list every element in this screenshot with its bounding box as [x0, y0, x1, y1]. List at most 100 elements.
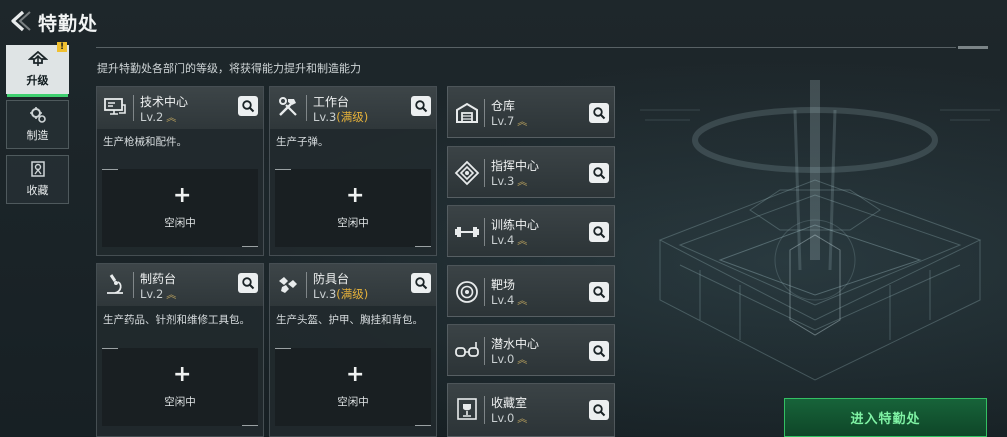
- slot-status: 空闲中: [164, 217, 196, 229]
- trophy-icon: [457, 398, 477, 420]
- add-icon: +: [173, 362, 192, 387]
- workshop-description: 生产枪械和配件。: [103, 136, 187, 148]
- facility-level: Lv.4 ︽: [491, 233, 528, 247]
- enter-special-ops-button[interactable]: 进入特勤处: [784, 398, 987, 437]
- production-slot[interactable]: + 空闲中: [102, 169, 258, 247]
- search-button[interactable]: [589, 282, 609, 302]
- workshop-level: Lv.2 ︽: [140, 110, 177, 124]
- workshop-level: Lv.3(满级): [313, 287, 369, 301]
- facility-warehouse[interactable]: 仓库 Lv.7 ︽: [447, 86, 615, 138]
- workshop-name: 制药台: [140, 272, 177, 286]
- upgrade-chevron-icon: ︽: [517, 236, 528, 247]
- gear-icon: [29, 107, 46, 123]
- header-divider: [484, 218, 485, 246]
- search-button[interactable]: [238, 96, 258, 116]
- facility-name: 潜水中心: [491, 337, 540, 351]
- search-icon: [593, 226, 606, 239]
- production-slot[interactable]: + 空闲中: [275, 169, 431, 247]
- header-divider: [484, 99, 485, 127]
- search-button[interactable]: [589, 341, 609, 361]
- hammer-wrench-icon: [279, 97, 297, 116]
- header-divider: [133, 95, 134, 121]
- facility-level: Lv.0 ︽: [491, 352, 528, 366]
- facility-level: Lv.3 ︽: [491, 174, 528, 188]
- add-icon: +: [346, 362, 365, 387]
- microscope-icon: [107, 274, 123, 294]
- upgrade-chevron-icon: ︽: [517, 296, 528, 307]
- upgrade-chevron-icon: ︽: [166, 290, 177, 301]
- command-icon: [454, 160, 480, 186]
- facility-level: Lv.4 ︽: [491, 293, 528, 307]
- production-slot[interactable]: + 空闲中: [275, 348, 431, 426]
- upgrade-chevron-icon: ︽: [166, 113, 177, 124]
- notification-badge: !: [57, 42, 67, 52]
- header-divider: [484, 278, 485, 306]
- facility-name: 仓库: [491, 99, 516, 113]
- search-icon: [593, 286, 606, 299]
- facility-training-center[interactable]: 训练中心 Lv.4 ︽: [447, 205, 615, 257]
- header-divider: [484, 337, 485, 365]
- header-divider: [484, 396, 485, 424]
- search-button[interactable]: [589, 103, 609, 123]
- search-button[interactable]: [589, 222, 609, 242]
- upgrade-chevron-icon: ︽: [517, 414, 528, 425]
- page-subtitle: 提升特勤处各部门的等级，将获得能力提升和制造能力: [97, 62, 361, 75]
- workshop-description: 生产头盔、护甲、胸挂和背包。: [276, 314, 423, 326]
- back-arrow-icon[interactable]: [6, 8, 32, 34]
- workshop-name: 防具台: [313, 272, 350, 286]
- warehouse-icon: [456, 102, 478, 123]
- workshop-name: 工作台: [313, 95, 350, 109]
- facility-command-center[interactable]: 指挥中心 Lv.3 ︽: [447, 146, 615, 198]
- card-header: 制药台 Lv.2 ︽: [97, 264, 263, 306]
- production-slot[interactable]: + 空闲中: [102, 348, 258, 426]
- tab-label: 收藏: [26, 184, 49, 197]
- facility-name: 收藏室: [491, 396, 528, 410]
- search-icon: [242, 100, 255, 113]
- facility-collection-room[interactable]: 收藏室 Lv.0 ︽: [447, 383, 615, 437]
- tab-label: 制造: [26, 129, 49, 142]
- workshop-name: 技术中心: [140, 95, 189, 109]
- monitor-icon: [104, 98, 126, 115]
- facility-diving-center[interactable]: 潜水中心 Lv.0 ︽: [447, 324, 615, 376]
- workshop-card-tech-center: 技术中心 Lv.2 ︽ 生产枪械和配件。 + 空闲中: [96, 86, 264, 256]
- facility-name: 指挥中心: [491, 159, 540, 173]
- add-icon: +: [173, 183, 192, 208]
- tab-upgrade[interactable]: ! 升级: [6, 42, 69, 97]
- max-level-label: (满级): [336, 110, 369, 124]
- search-button[interactable]: [238, 273, 258, 293]
- slot-status: 空闲中: [337, 396, 369, 408]
- workshop-card-armor-bench: 防具台 Lv.3(满级) 生产头盔、护甲、胸挂和背包。 + 空闲中: [269, 263, 437, 437]
- upgrade-chevron-icon: ︽: [517, 355, 528, 366]
- upgrade-chevron-icon: ︽: [517, 117, 528, 128]
- facility-shooting-range[interactable]: 靶场 Lv.4 ︽: [447, 265, 615, 317]
- tab-craft[interactable]: 制造: [6, 100, 69, 149]
- collection-icon: [30, 161, 45, 177]
- armor-icon: [279, 277, 297, 293]
- card-header: 工作台 Lv.3(满级): [270, 87, 436, 129]
- search-button[interactable]: [411, 96, 431, 116]
- card-header: 防具台 Lv.3(满级): [270, 264, 436, 306]
- search-button[interactable]: [589, 163, 609, 183]
- search-button[interactable]: [411, 273, 431, 293]
- max-level-label: (满级): [336, 287, 369, 301]
- workshop-description: 生产药品、针剂和维修工具包。: [103, 314, 250, 326]
- search-button[interactable]: [589, 400, 609, 420]
- divider: [96, 47, 956, 48]
- tab-collection[interactable]: 收藏: [6, 155, 69, 204]
- slot-status: 空闲中: [337, 217, 369, 229]
- upgrade-icon: [27, 51, 48, 66]
- search-icon: [593, 404, 606, 417]
- header-divider: [133, 272, 134, 298]
- search-icon: [593, 345, 606, 358]
- target-icon: [456, 281, 478, 303]
- search-icon: [593, 167, 606, 180]
- page-title: 特勤处: [38, 13, 99, 35]
- workshop-card-workbench: 工作台 Lv.3(满级) 生产子弹。 + 空闲中: [269, 86, 437, 256]
- tab-label: 升级: [26, 74, 49, 87]
- active-indicator: [7, 94, 68, 97]
- header-divider: [306, 272, 307, 298]
- search-icon: [593, 107, 606, 120]
- search-icon: [415, 100, 428, 113]
- facility-level: Lv.0 ︽: [491, 411, 528, 425]
- workshop-level: Lv.2 ︽: [140, 287, 177, 301]
